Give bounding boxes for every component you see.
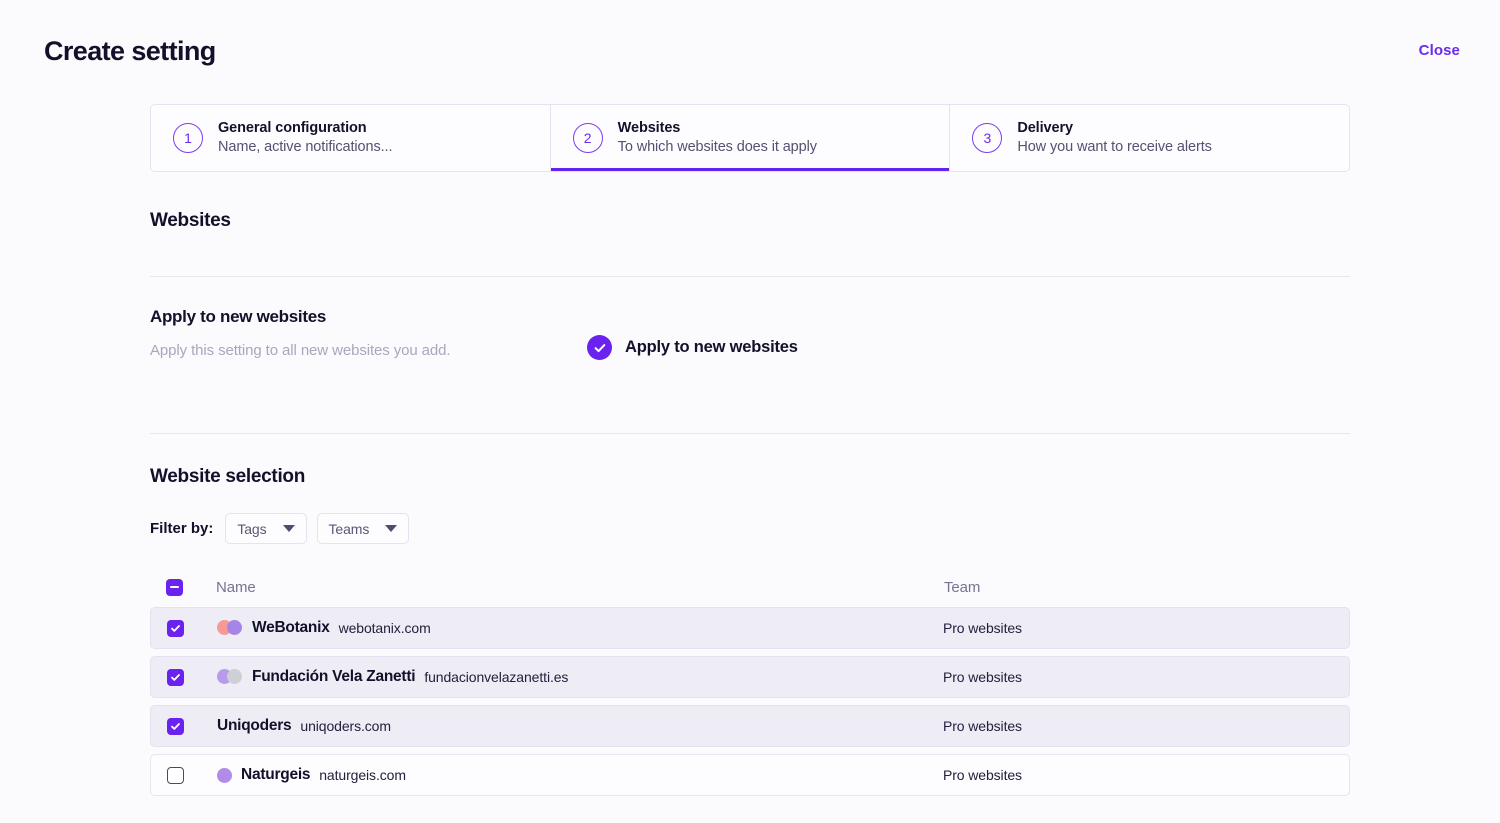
apply-to-new-websites-section: Apply to new websites Apply this setting… bbox=[150, 307, 1350, 360]
content-area: 1 General configuration Name, active not… bbox=[150, 104, 1350, 796]
table-row[interactable]: Fundación Vela Zanetti fundacionvelazane… bbox=[150, 656, 1350, 698]
step-number-circle: 3 bbox=[972, 123, 1003, 153]
filter-tags-dropdown[interactable]: Tags bbox=[225, 513, 307, 544]
stepper: 1 General configuration Name, active not… bbox=[150, 104, 1350, 172]
row-checkbox[interactable] bbox=[167, 668, 184, 686]
divider bbox=[150, 276, 1350, 277]
apply-to-new-websites-toggle[interactable]: Apply to new websites bbox=[587, 307, 798, 360]
website-avatar bbox=[217, 767, 232, 783]
step-websites[interactable]: 2 Websites To which websites does it app… bbox=[550, 105, 951, 171]
check-circle-icon bbox=[587, 335, 612, 360]
website-team: Pro websites bbox=[943, 767, 1022, 783]
apply-toggle-label: Apply to new websites bbox=[625, 338, 798, 356]
apply-heading: Apply to new websites bbox=[150, 307, 327, 326]
filter-by-label: Filter by: bbox=[150, 520, 214, 537]
step-title: Websites bbox=[617, 120, 681, 137]
filter-teams-dropdown[interactable]: Teams bbox=[316, 513, 410, 544]
website-team: Pro websites bbox=[943, 620, 1022, 636]
avatar-circle-front bbox=[227, 620, 242, 635]
top-bar: Create setting Close bbox=[0, 0, 1500, 104]
table-row[interactable]: Naturgeis naturgeis.com Pro websites bbox=[150, 754, 1350, 796]
close-button[interactable]: Close bbox=[1419, 42, 1460, 59]
filter-tags-label: Tags bbox=[237, 520, 267, 537]
website-cell: Fundación Vela Zanetti fundacionvelazane… bbox=[217, 668, 943, 686]
row-checkbox-cell[interactable] bbox=[167, 717, 217, 735]
table-row[interactable]: WeBotanix webotanix.com Pro websites bbox=[150, 607, 1350, 649]
website-name: WeBotanix bbox=[252, 619, 330, 636]
website-team: Pro websites bbox=[943, 718, 1022, 734]
website-cell: Naturgeis naturgeis.com bbox=[217, 766, 943, 784]
step-delivery[interactable]: 3 Delivery How you want to receive alert… bbox=[950, 105, 1349, 171]
chevron-down-icon bbox=[385, 525, 398, 532]
divider bbox=[150, 433, 1350, 434]
website-selection-heading: Website selection bbox=[150, 466, 306, 487]
select-all-checkbox-cell[interactable] bbox=[166, 578, 216, 596]
table-header-row: Name Team bbox=[150, 567, 1350, 607]
page-title: Create setting bbox=[44, 36, 216, 66]
website-name: Uniqoders bbox=[217, 717, 292, 734]
column-header-name: Name bbox=[216, 578, 256, 596]
website-team: Pro websites bbox=[943, 669, 1022, 685]
apply-description: Apply this setting to all new websites y… bbox=[150, 342, 451, 359]
step-subtitle: How you want to receive alerts bbox=[1017, 139, 1212, 155]
website-domain: webotanix.com bbox=[338, 620, 431, 636]
website-cell: WeBotanix webotanix.com bbox=[217, 619, 943, 637]
section-title: Websites bbox=[150, 210, 231, 231]
filter-teams-label: Teams bbox=[328, 520, 370, 537]
table-row[interactable]: Uniqoders uniqoders.com Pro websites bbox=[150, 705, 1350, 747]
filter-bar: Filter by: Tags Teams bbox=[150, 513, 1350, 544]
website-domain: naturgeis.com bbox=[319, 767, 406, 783]
step-number-circle: 2 bbox=[572, 123, 603, 153]
row-checkbox[interactable] bbox=[167, 619, 184, 637]
step-subtitle: Name, active notifications... bbox=[218, 139, 393, 155]
row-checkbox[interactable] bbox=[167, 717, 184, 735]
websites-table: Name Team WeBotanix webotanix.com Pro we… bbox=[150, 567, 1350, 796]
row-checkbox[interactable] bbox=[167, 766, 184, 784]
row-checkbox-cell[interactable] bbox=[167, 619, 217, 637]
website-name: Fundación Vela Zanetti bbox=[252, 668, 416, 685]
website-domain: uniqoders.com bbox=[300, 718, 391, 734]
step-number-circle: 1 bbox=[173, 123, 203, 153]
row-checkbox-cell[interactable] bbox=[167, 668, 217, 686]
column-header-team: Team bbox=[944, 578, 981, 596]
chevron-down-icon bbox=[282, 525, 295, 532]
row-checkbox-cell[interactable] bbox=[167, 766, 217, 784]
minus-icon bbox=[170, 585, 179, 589]
website-avatar bbox=[217, 669, 243, 685]
step-title: General configuration bbox=[218, 120, 367, 137]
website-avatar bbox=[217, 620, 243, 636]
website-cell: Uniqoders uniqoders.com bbox=[217, 717, 943, 735]
website-name: Naturgeis bbox=[241, 766, 311, 783]
select-all-checkbox[interactable] bbox=[166, 578, 183, 596]
avatar-circle-front bbox=[227, 669, 242, 684]
step-subtitle: To which websites does it apply bbox=[617, 139, 817, 155]
apply-description-block: Apply to new websites Apply this setting… bbox=[150, 307, 587, 359]
step-title: Delivery bbox=[1017, 120, 1073, 137]
website-domain: fundacionvelazanetti.es bbox=[424, 669, 569, 685]
step-general-configuration[interactable]: 1 General configuration Name, active not… bbox=[151, 105, 551, 171]
